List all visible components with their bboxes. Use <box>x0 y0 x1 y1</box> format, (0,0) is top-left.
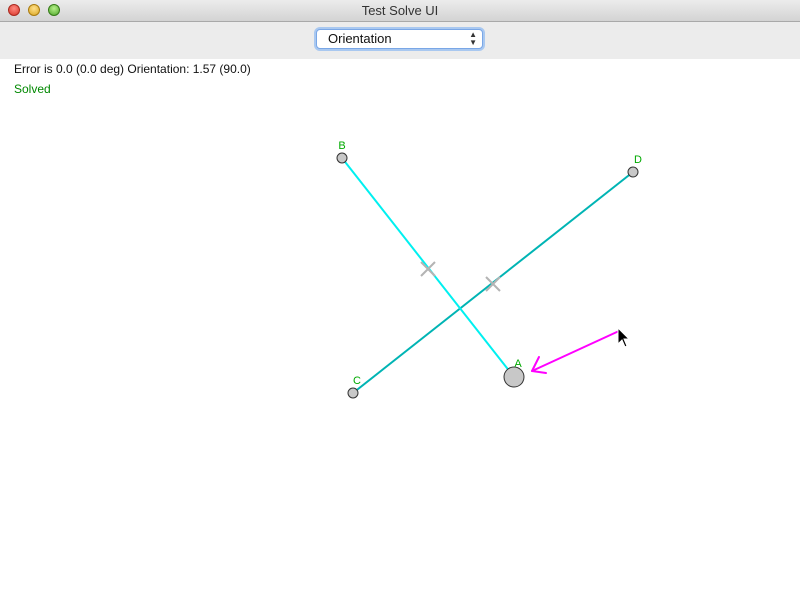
app-window: Test Solve UI Orientation ▲ ▼ Error is 0.… <box>0 0 800 600</box>
point-d-label: D <box>634 154 642 166</box>
point-c-handle[interactable] <box>347 387 359 399</box>
mouse-cursor-icon <box>617 326 631 348</box>
drag-direction-arrow <box>531 330 620 374</box>
point-b-handle[interactable] <box>336 152 348 164</box>
point-b-label: B <box>338 140 345 152</box>
segment-ab <box>341 157 515 378</box>
point-a-handle[interactable] <box>503 366 525 388</box>
solve-canvas[interactable]: B D C A <box>0 0 800 600</box>
point-a-label: A <box>514 358 522 370</box>
segment-cd <box>352 171 634 394</box>
segment-ab-midpoint-marker <box>420 261 436 277</box>
point-d-handle[interactable] <box>627 166 639 178</box>
segment-cd-midpoint-marker <box>485 276 501 292</box>
point-c-label: C <box>353 375 361 387</box>
